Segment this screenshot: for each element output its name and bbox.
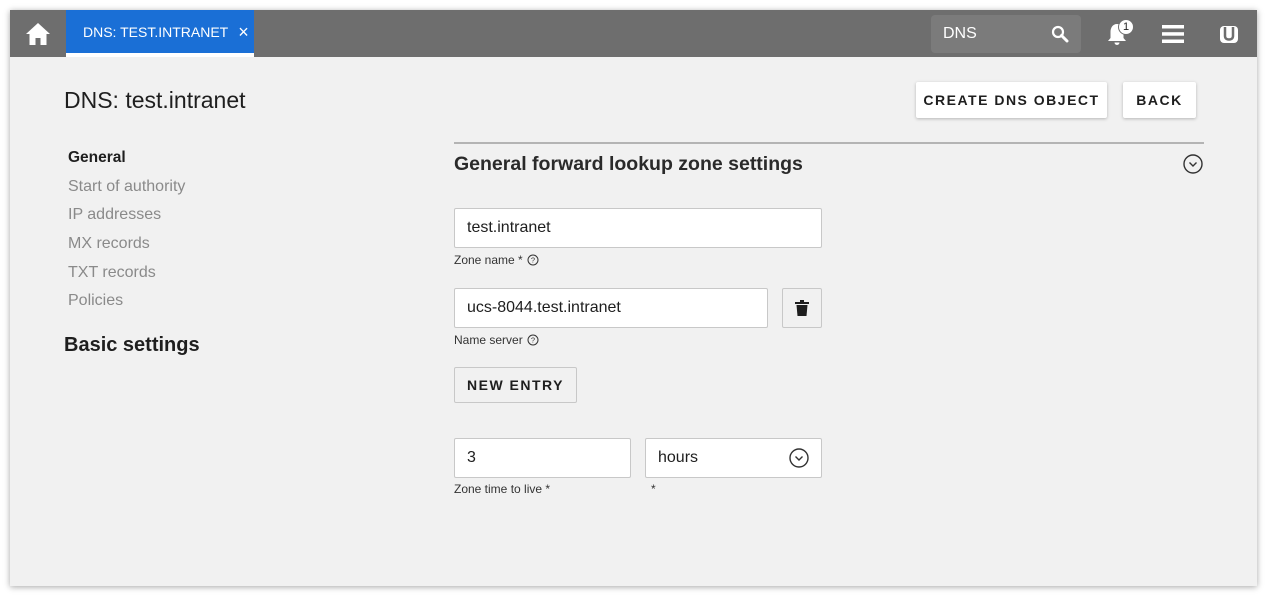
zone-name-input[interactable] xyxy=(454,208,822,248)
sidebar-item-ip-addresses[interactable]: IP addresses xyxy=(68,205,185,234)
univention-menu-button[interactable] xyxy=(1211,10,1247,57)
help-icon[interactable]: ? xyxy=(527,254,539,266)
app-window: DNS: TEST.INTRANET × 1 xyxy=(10,10,1257,586)
tab-label: DNS: TEST.INTRANET xyxy=(83,23,229,40)
sidebar-item-general[interactable]: General xyxy=(68,148,185,177)
section-title: General forward lookup zone settings xyxy=(454,153,803,175)
create-dns-object-button[interactable]: CREATE DNS OBJECT xyxy=(916,82,1107,118)
ttl-unit-label: * xyxy=(651,482,656,496)
zone-ttl-input[interactable] xyxy=(454,438,631,478)
top-bar: DNS: TEST.INTRANET × 1 xyxy=(10,10,1257,57)
svg-text:?: ? xyxy=(531,256,535,265)
ttl-unit-select[interactable]: hours xyxy=(645,438,822,478)
sidebar-heading-basic-settings[interactable]: Basic settings xyxy=(64,334,200,357)
univention-logo-icon xyxy=(1220,25,1238,43)
remove-name-server-button[interactable] xyxy=(782,288,822,328)
hamburger-menu-icon xyxy=(1162,24,1184,43)
sidebar-item-txt-records[interactable]: TXT records xyxy=(68,263,185,292)
svg-text:?: ? xyxy=(531,336,535,345)
new-entry-button[interactable]: NEW ENTRY xyxy=(454,367,577,403)
home-button[interactable] xyxy=(10,10,66,57)
back-button[interactable]: BACK xyxy=(1123,82,1196,118)
sidebar-item-policies[interactable]: Policies xyxy=(68,291,185,320)
chevron-down-icon xyxy=(789,448,809,468)
notifications-button[interactable]: 1 xyxy=(1099,10,1135,57)
chevron-circle-icon xyxy=(1183,154,1203,174)
close-icon[interactable]: × xyxy=(238,23,249,41)
trash-icon xyxy=(795,300,809,316)
notification-badge: 1 xyxy=(1118,19,1134,35)
section-divider xyxy=(454,142,1204,144)
name-server-label: Name server ? xyxy=(454,333,539,347)
search-input[interactable] xyxy=(943,25,1043,43)
zone-name-label-text: Zone name * xyxy=(454,253,523,267)
page-title: DNS: test.intranet xyxy=(64,87,246,113)
ttl-unit-value: hours xyxy=(658,449,699,466)
help-icon[interactable]: ? xyxy=(527,334,539,346)
sidebar-nav: General Start of authority IP addresses … xyxy=(68,148,185,320)
zone-name-label: Zone name * ? xyxy=(454,253,539,267)
section-collapse-toggle[interactable] xyxy=(1183,154,1203,179)
sidebar-item-start-of-authority[interactable]: Start of authority xyxy=(68,177,185,206)
name-server-label-text: Name server xyxy=(454,333,523,347)
menu-button[interactable] xyxy=(1155,10,1191,57)
search-icon[interactable] xyxy=(1051,25,1069,43)
tab-dns-zone[interactable]: DNS: TEST.INTRANET × xyxy=(66,10,254,57)
zone-ttl-label: Zone time to live * xyxy=(454,482,551,496)
sidebar-item-mx-records[interactable]: MX records xyxy=(68,234,185,263)
search-box xyxy=(931,15,1081,53)
name-server-input[interactable] xyxy=(454,288,768,328)
home-icon xyxy=(26,22,50,45)
